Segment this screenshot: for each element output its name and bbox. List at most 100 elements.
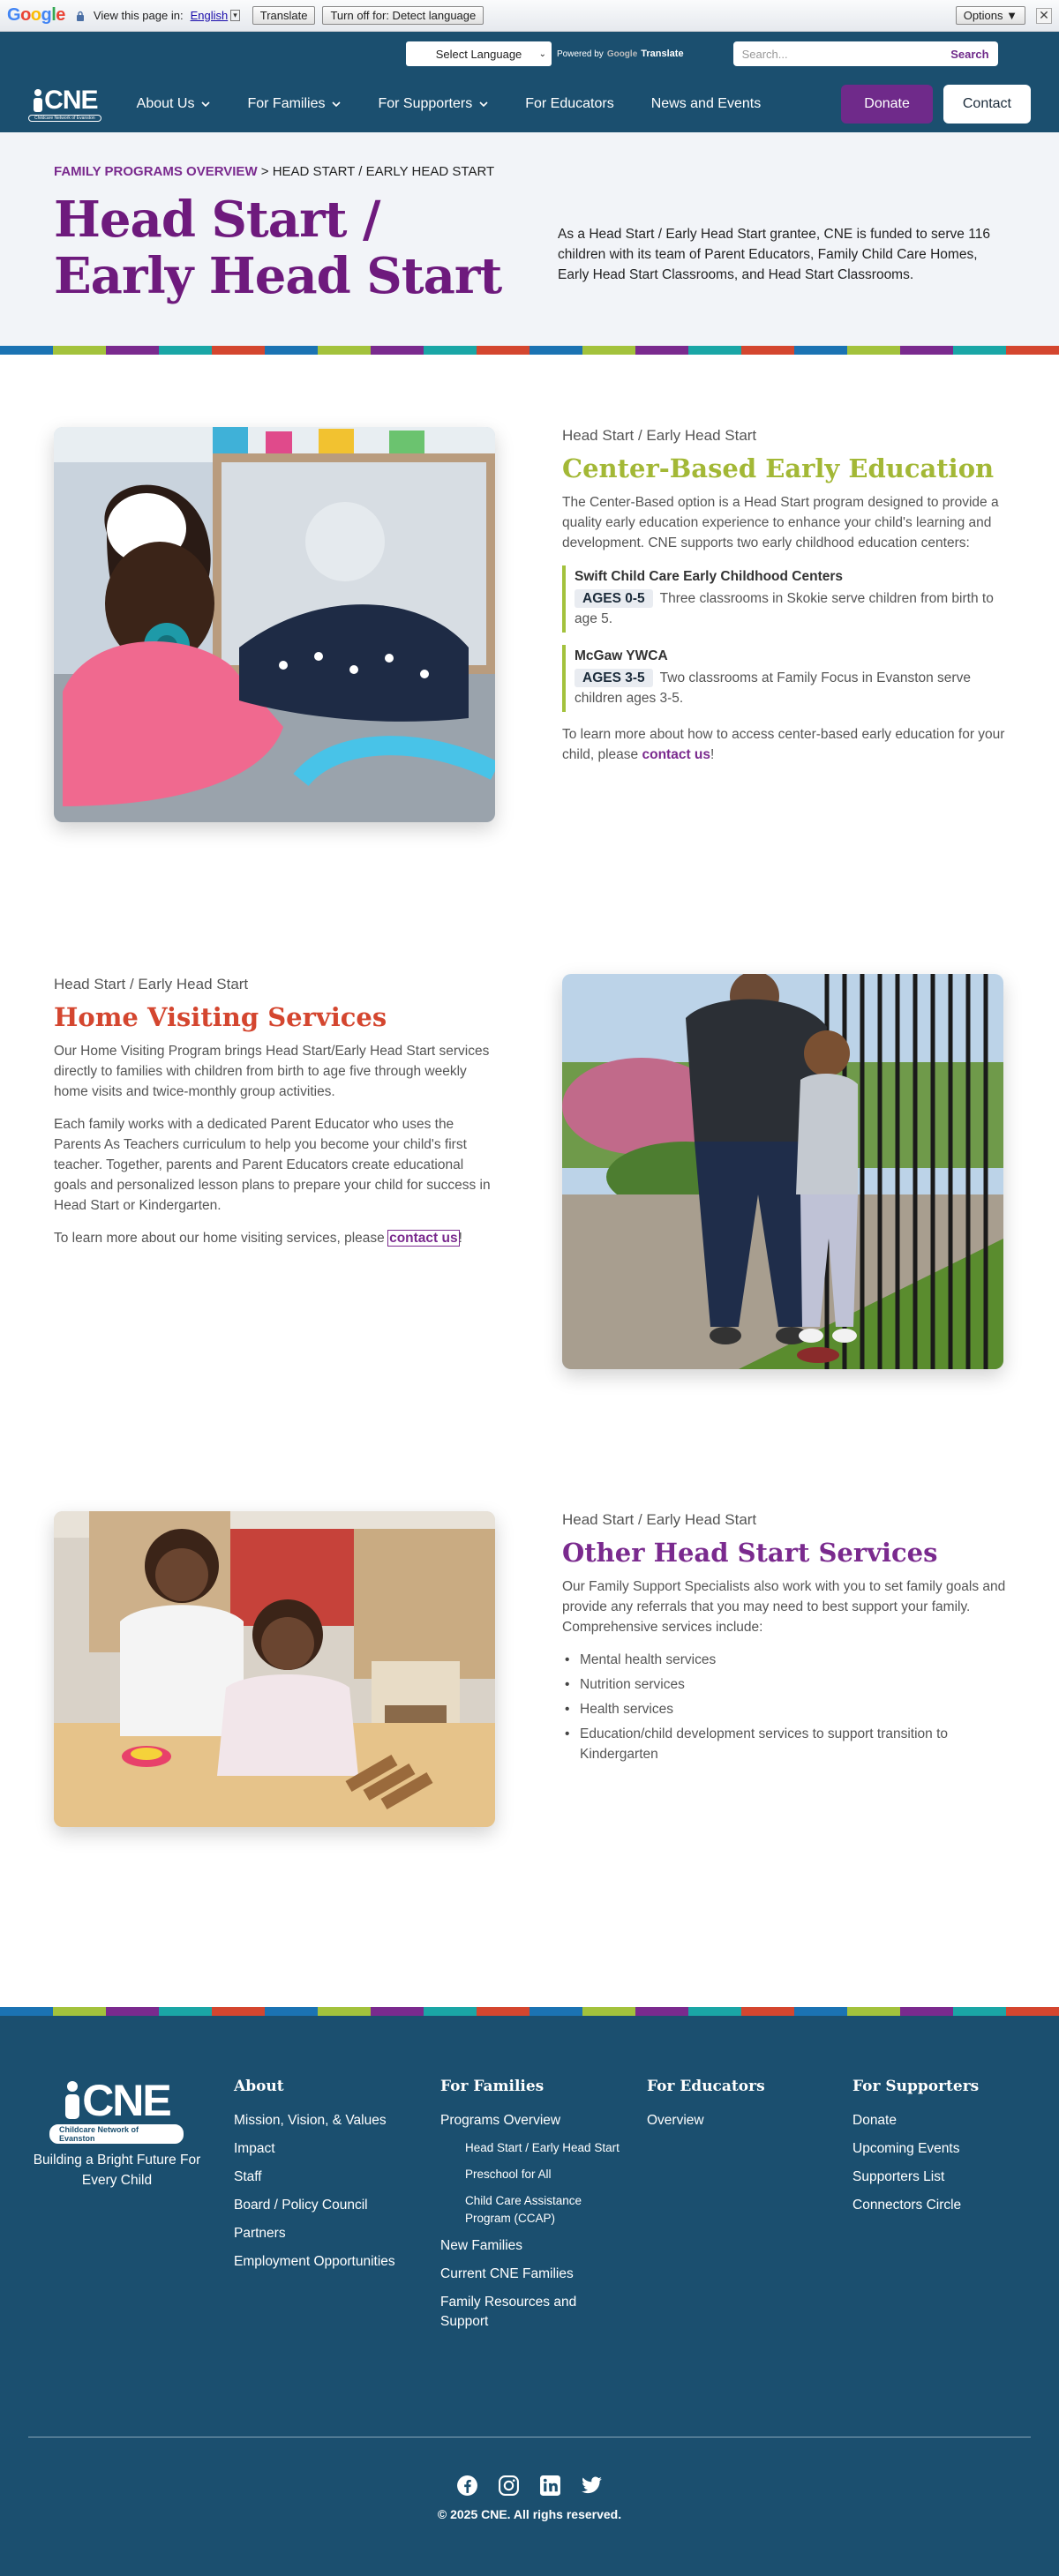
footer-link[interactable]: Partners	[234, 2224, 395, 2243]
footer-sublink[interactable]: Child Care Assistance Program (CCAP)	[465, 2192, 624, 2228]
hero-intro: As a Head Start / Early Head Start grant…	[558, 227, 990, 282]
footer-sublink[interactable]: Preschool for All	[465, 2166, 624, 2183]
chevron-down-icon[interactable]: ▾	[230, 10, 240, 21]
list-item: Mental health services	[562, 1650, 1008, 1670]
stripe-segment	[794, 346, 847, 355]
footer-link[interactable]: Mission, Vision, & Values	[234, 2111, 395, 2130]
section-eyebrow: Head Start / Early Head Start	[54, 976, 249, 992]
section-title: Other Head Start Services	[562, 1538, 938, 1568]
footer-link[interactable]: Connectors Circle	[852, 2196, 979, 2215]
footer-link[interactable]: Overview	[647, 2111, 765, 2130]
translate-bar: Google View this page in: English ▾ Trans…	[0, 0, 1059, 32]
section-body: Our Family Support Specialists also work…	[562, 1579, 1006, 1635]
footer-families-column: For Families Programs Overview Head Star…	[440, 2078, 620, 2340]
options-button[interactable]: Options ▼	[955, 6, 1025, 25]
contact-us-link[interactable]: contact us	[642, 747, 710, 762]
stripe-segment	[53, 346, 106, 355]
logo-mark: CNE	[32, 85, 99, 115]
breadcrumb-parent-link[interactable]: FAMILY PROGRAMS OVERVIEW	[54, 164, 258, 179]
google-wordmark: Google	[606, 49, 638, 59]
utility-bar: Select Language ⌄ Powered by Google Tran…	[0, 32, 1059, 76]
stripe-segment	[953, 346, 1006, 355]
footer-heading: For Families	[440, 2078, 545, 2095]
stripe-segment	[847, 2007, 900, 2016]
age-badge: AGES 0-5	[575, 589, 653, 608]
footer-supporters-column: For Supporters Donate Upcoming Events Su…	[852, 2078, 979, 2224]
chevron-down-icon: ⌄	[538, 49, 546, 59]
footer-heading: For Educators	[647, 2078, 765, 2095]
stripe-segment	[953, 2007, 1006, 2016]
contact-button[interactable]: Contact	[943, 85, 1031, 124]
site-logo[interactable]: CNE Childcare Network of Evanston	[28, 85, 101, 122]
stripe-segment	[847, 346, 900, 355]
powered-by: Powered by Google Translate	[557, 49, 684, 59]
home-visit-photo	[562, 974, 1003, 1369]
section-body: Our Home Visiting Program brings Head St…	[54, 1044, 490, 1099]
stripe-segment	[741, 346, 794, 355]
instagram-icon[interactable]	[498, 2475, 520, 2497]
facebook-icon[interactable]	[456, 2475, 478, 2497]
baby-photo	[54, 427, 495, 822]
stripe-segment	[530, 2007, 582, 2016]
social-links	[0, 2475, 1059, 2497]
list-item: Education/child development services to …	[562, 1724, 1008, 1764]
linkedin-icon[interactable]	[539, 2475, 561, 2497]
contact-us-link[interactable]: contact us	[387, 1230, 460, 1247]
twitter-icon[interactable]	[581, 2475, 603, 2497]
footer-sublink[interactable]: Head Start / Early Head Start	[465, 2139, 624, 2157]
nav-news-events[interactable]: News and Events	[651, 96, 762, 112]
footer-link[interactable]: Impact	[234, 2139, 395, 2159]
footer-link[interactable]: Employment Opportunities	[234, 2252, 395, 2272]
footer-about-column: About Mission, Vision, & Values Impact S…	[234, 2078, 395, 2280]
services-list: Mental health services Nutrition service…	[562, 1650, 1008, 1764]
chevron-down-icon	[332, 101, 342, 108]
footer-link[interactable]: Family Resources and Support	[440, 2293, 595, 2332]
color-stripe	[0, 2007, 1059, 2016]
children-play-photo	[54, 1511, 495, 1827]
location-name: McGaw YWCA	[575, 648, 668, 663]
footer-link[interactable]: Current CNE Families	[440, 2265, 617, 2284]
nav-about-us[interactable]: About Us	[137, 96, 211, 112]
nav-for-families[interactable]: For Families	[247, 96, 342, 112]
stripe-segment	[0, 2007, 53, 2016]
select-language-dropdown[interactable]: Select Language ⌄	[406, 41, 552, 66]
search-input[interactable]: Search... Search	[732, 41, 998, 66]
footer-link[interactable]: Board / Policy Council	[234, 2196, 395, 2215]
footer-link[interactable]: New Families	[440, 2236, 617, 2256]
powered-by-label: Powered by	[557, 49, 604, 59]
nav-for-educators[interactable]: For Educators	[525, 96, 613, 112]
footer-link[interactable]: Programs Overview	[440, 2111, 617, 2130]
location-mcgaw: McGaw YWCA AGES 3-5 Two classrooms at Fam…	[562, 645, 1008, 712]
footer: CNE Childcare Network of Evanston Buildi…	[0, 2016, 1059, 2576]
section-title: Center-Based Early Education	[562, 453, 995, 483]
view-page-label: View this page in:	[93, 9, 184, 22]
logo-text: CNE	[44, 85, 98, 115]
footer-link[interactable]: Staff	[234, 2168, 395, 2187]
breadcrumb-current: HEAD START / EARLY HEAD START	[272, 164, 495, 179]
nav-label: For Supporters	[378, 96, 473, 111]
language-select[interactable]: English	[191, 9, 229, 22]
stripe-segment	[212, 2007, 265, 2016]
close-icon[interactable]: ✕	[1036, 7, 1052, 24]
footer-logo[interactable]: CNE Childcare Network of Evanston	[49, 2078, 184, 2144]
turn-off-button[interactable]: Turn off for: Detect language	[322, 6, 484, 25]
stripe-segment	[794, 2007, 847, 2016]
lock-icon	[76, 11, 84, 21]
stripe-segment	[265, 346, 318, 355]
translate-button[interactable]: Translate	[252, 6, 316, 25]
footer-educators-column: For Educators Overview	[647, 2078, 765, 2139]
section-title: Home Visiting Services	[54, 1002, 387, 1032]
search-button[interactable]: Search	[950, 48, 988, 61]
stripe-segment	[424, 2007, 477, 2016]
stripe-segment	[477, 2007, 530, 2016]
donate-button[interactable]: Donate	[841, 85, 933, 124]
footer-link[interactable]: Supporters List	[852, 2168, 979, 2187]
footer-link[interactable]: Donate	[852, 2111, 979, 2130]
section-body: The Center-Based option is a Head Start …	[562, 495, 999, 550]
nav-for-supporters[interactable]: For Supporters	[378, 96, 488, 112]
footer-link[interactable]: Upcoming Events	[852, 2139, 979, 2159]
stripe-segment	[53, 2007, 106, 2016]
nav-label: News and Events	[650, 96, 762, 111]
main-nav: CNE Childcare Network of Evanston About …	[0, 76, 1059, 132]
nav-label: About Us	[136, 96, 195, 111]
